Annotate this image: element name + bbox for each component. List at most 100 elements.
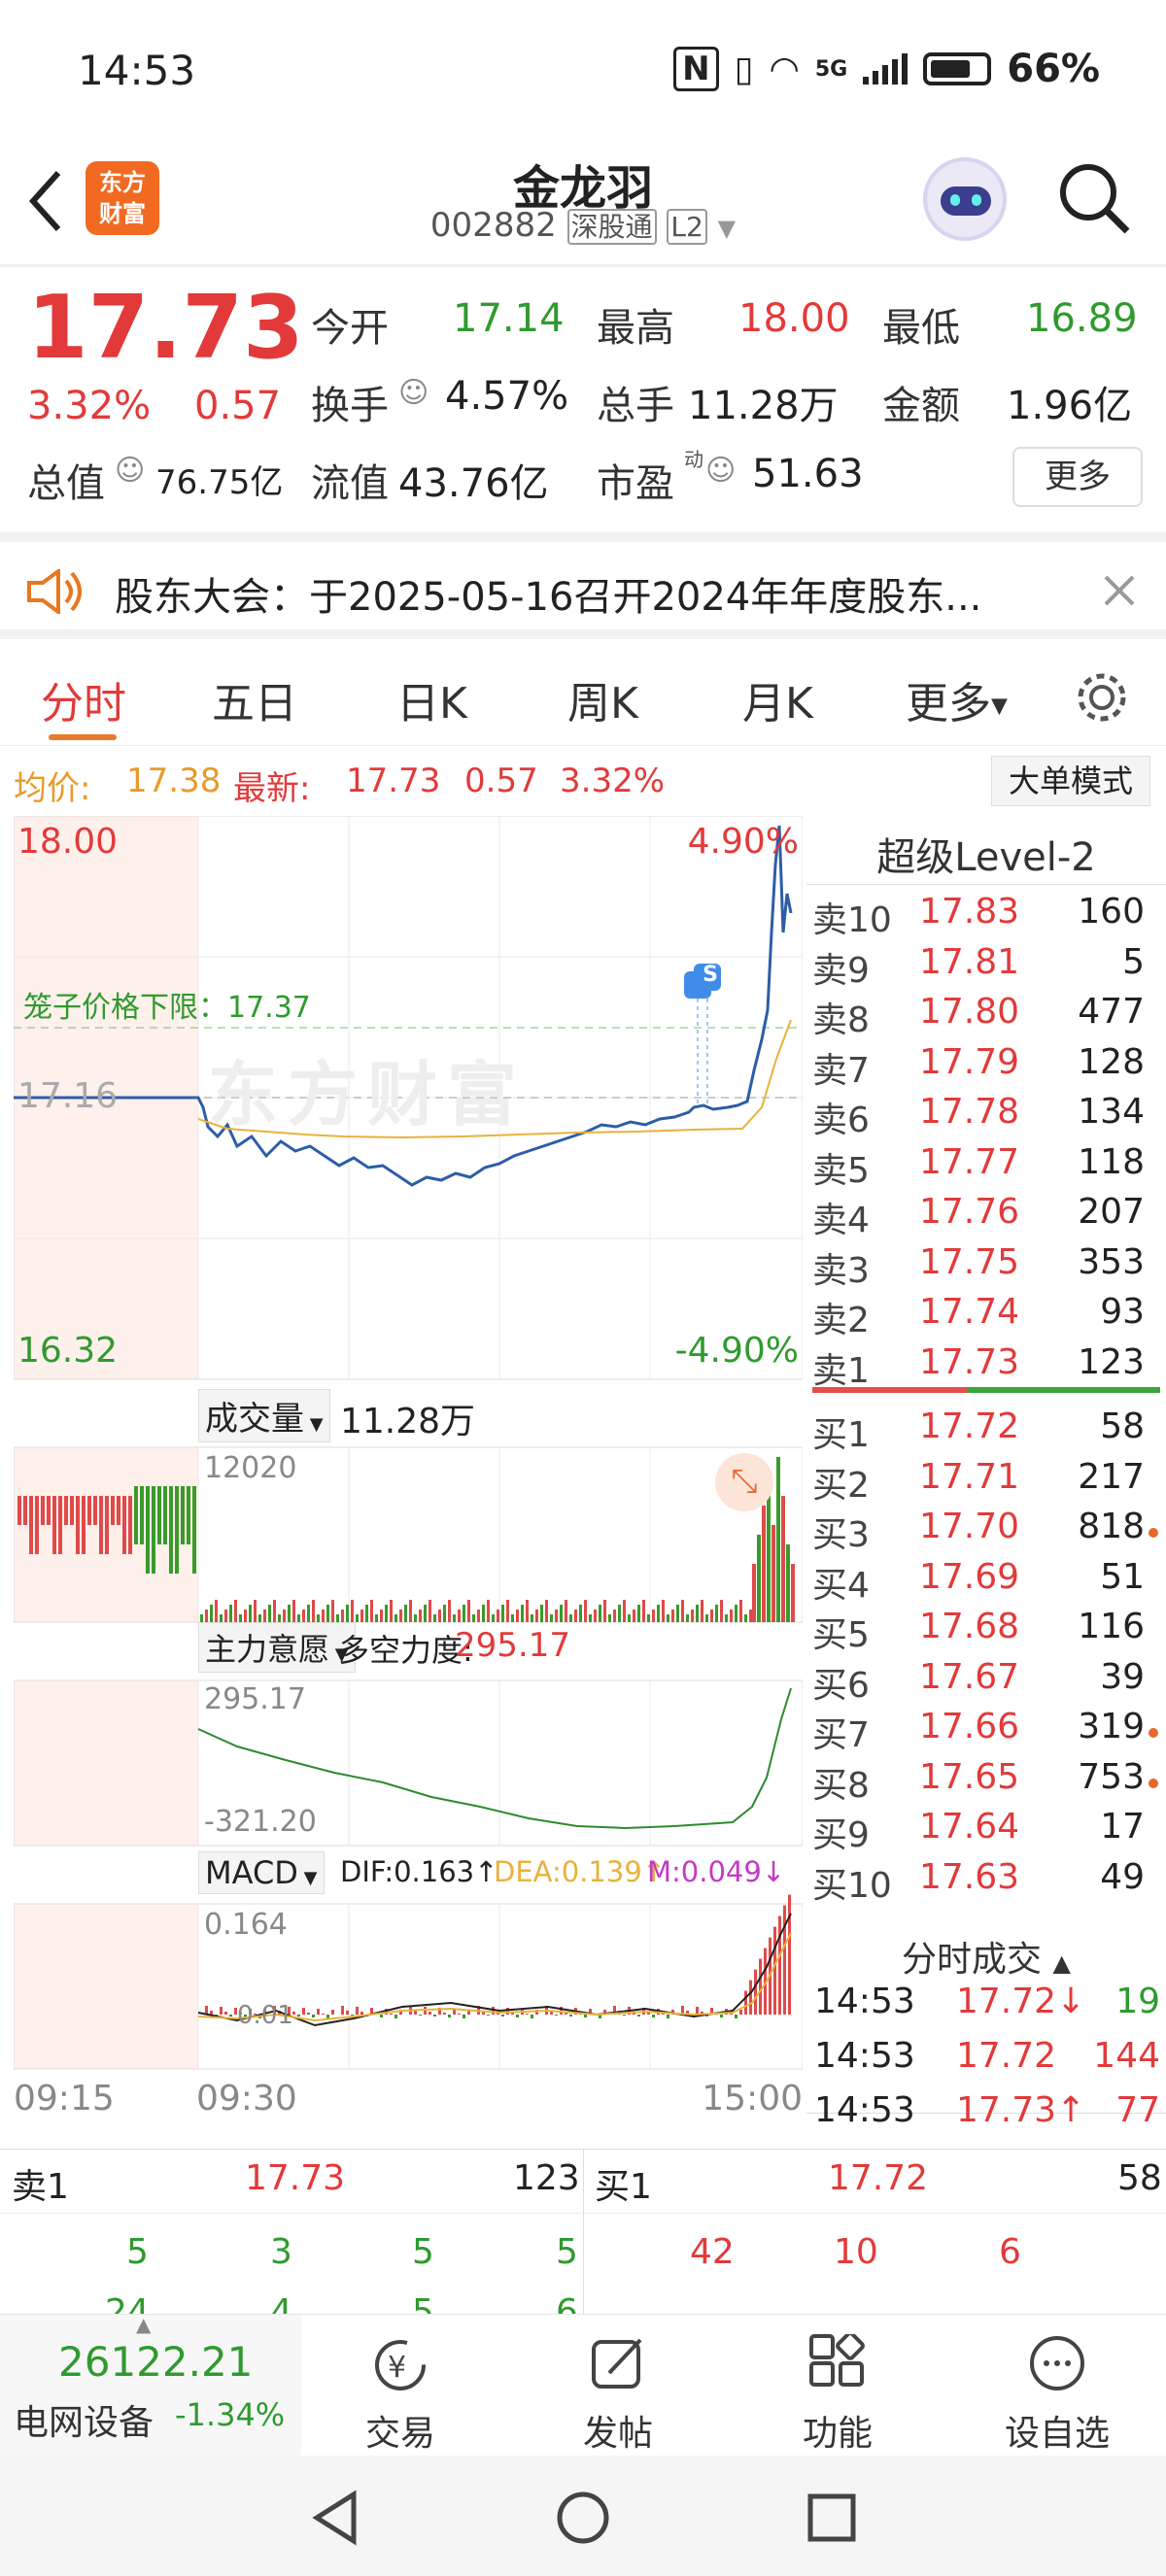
sell-order-qty: 5 [412,2232,434,2272]
bid-row[interactable]: 买9 17.64 17 [812,1807,1158,1857]
force-indicator-select[interactable]: 主力意愿 ▼ [198,1622,356,1673]
trade-row: 14:53 17.73↑ 77 [806,2090,1166,2145]
macd-indicator-select[interactable]: MACD ▼ [198,1851,325,1894]
big-order-dot [1149,1528,1158,1538]
bid-row[interactable]: 买5 17.68 116 [812,1607,1158,1657]
ask-row[interactable]: 卖8 17.80 477 [812,992,1158,1042]
intraday-chart[interactable]: 18.00 4.90% 17.16 16.32 -4.90% 笼子价格下限：17… [14,816,803,2147]
tab-active-indicator [49,734,117,740]
ask-row[interactable]: 卖7 17.79 128 [812,1042,1158,1093]
search-icon[interactable] [1055,159,1133,237]
time-end: 15:00 [702,2079,803,2118]
more-button[interactable]: 更多 [1012,447,1143,507]
bid-row[interactable]: 买3 17.70 818 [812,1507,1158,1557]
vibrate-icon: ▯ [734,49,754,89]
tab-intraday[interactable]: 分时 [41,668,126,730]
home-circle-icon[interactable] [554,2489,612,2547]
float-value: 43.76亿 [398,461,549,506]
tab-monthly-k[interactable]: 月K [742,668,813,730]
caret-down-icon: ▼ [297,1868,318,1888]
bid-price: 17.72 [919,1407,1020,1446]
nav-watchlist[interactable]: 设自选 [989,2334,1125,2456]
bid-qty: 51 [1100,1556,1145,1597]
ask-row[interactable]: 卖10 17.83 160 [812,892,1158,942]
bid-row[interactable]: 买4 17.69 51 [812,1557,1158,1608]
bid-price: 17.68 [919,1607,1020,1646]
ask-row[interactable]: 卖3 17.75 353 [812,1242,1158,1293]
bid-level: 买9 [812,1815,870,1855]
wifi-icon: ◠ [769,49,800,89]
ask-qty: 123 [1078,1341,1145,1382]
turnover-value: 4.57% [445,374,569,419]
system-nav-bar [0,2456,1166,2576]
ask-level: 卖5 [812,1150,870,1191]
axis-top-price: 18.00 [17,822,119,862]
bid-row[interactable]: 买2 17.71 217 [812,1457,1158,1508]
ask-level: 卖8 [812,1000,870,1040]
bid-row[interactable]: 买8 17.65 753 [812,1757,1158,1808]
robot-avatar-icon[interactable] [923,157,1007,241]
buy-order-qty: 10 [834,2232,878,2272]
nav-trade[interactable]: ¥ 交易 [332,2334,468,2456]
trade-qty: 77 [1115,2090,1160,2130]
bid-qty: 49 [1100,1856,1145,1897]
mktcap-label: 总值 [27,461,105,506]
notice-bar[interactable]: 股东大会：于2025-05-16召开2024年年度股东... [0,532,1166,639]
caret-up-icon: ▲ [136,2313,152,2336]
ask-price: 17.77 [919,1141,1020,1182]
big-order-mode-button[interactable]: 大单模式 [991,756,1150,806]
bid-level: 买4 [812,1565,870,1606]
trade-time: 14:53 [814,1982,915,2021]
change-pct: 3.32% [27,384,152,428]
bid-level: 买3 [812,1515,870,1555]
ask-price: 17.75 [919,1241,1020,1282]
index-ticker[interactable]: ▲ 26122.21 电网设备 -1.34% [0,2313,301,2457]
bid-row[interactable]: 买7 17.66 319 [812,1707,1158,1757]
recents-square-icon[interactable] [803,2489,861,2547]
bid-row[interactable]: 买10 17.63 49 [812,1857,1158,1908]
tab-daily-k[interactable]: 日K [396,668,467,730]
tab-5day[interactable]: 五日 [212,668,297,730]
big-order-dot [1149,1778,1158,1788]
ask-row[interactable]: 卖2 17.74 93 [812,1292,1158,1342]
trades-header[interactable]: 分时成交 ▲ [806,1931,1166,1982]
ask-price: 17.81 [919,941,1020,982]
bid-row[interactable]: 买6 17.67 39 [812,1657,1158,1708]
battery-icon [923,52,992,85]
ask-row[interactable]: 卖4 17.76 207 [812,1192,1158,1242]
info-icon[interactable]: ☺ [705,454,736,488]
ask-row[interactable]: 卖1 17.73 123 [812,1342,1158,1393]
back-triangle-icon[interactable] [307,2489,365,2547]
sell-order-qty: 3 [270,2232,292,2272]
info-icon[interactable]: ☺ [115,454,145,488]
nav-functions[interactable]: 功能 [770,2331,906,2456]
orderbook-title: 超级Level-2 [876,835,1096,880]
expand-icon[interactable]: ⤡ [715,1453,773,1511]
ask-level: 卖1 [812,1350,870,1391]
ask-row[interactable]: 卖5 17.77 118 [812,1142,1158,1193]
settings-gear-icon[interactable] [1073,668,1131,727]
sell-signal-icon[interactable]: S [697,962,724,989]
volume-indicator-select[interactable]: 成交量 ▼ [198,1389,330,1442]
bid-row[interactable]: 买1 17.72 58 [812,1407,1158,1457]
ask-price: 17.83 [919,892,1020,932]
trade-time: 14:53 [814,2090,915,2130]
tab-weekly-k[interactable]: 周K [567,668,638,730]
info-icon[interactable]: ☺ [398,376,429,410]
tab-more[interactable]: 更多▼ [906,668,1008,730]
exchange-tag: 深股通 [566,209,657,245]
ask-row[interactable]: 卖9 17.81 5 [812,942,1158,993]
level-tag: L2 [667,209,707,245]
ask-qty: 93 [1100,1292,1145,1332]
sell1-price: 17.73 [245,2158,346,2198]
ask-row[interactable]: 卖6 17.78 134 [812,1092,1158,1142]
buy1-price: 17.72 [828,2158,929,2198]
amount-label: 金额 [882,384,960,428]
axis-top-pct: 4.90% [687,822,799,862]
close-icon[interactable] [1102,573,1137,608]
bid-price: 17.71 [919,1456,1020,1497]
nav-post[interactable]: 发帖 [550,2334,686,2456]
chevron-down-icon[interactable]: ▼ [718,215,736,242]
latest-change: 0.57 [464,762,538,800]
ask-level: 卖7 [812,1050,870,1091]
